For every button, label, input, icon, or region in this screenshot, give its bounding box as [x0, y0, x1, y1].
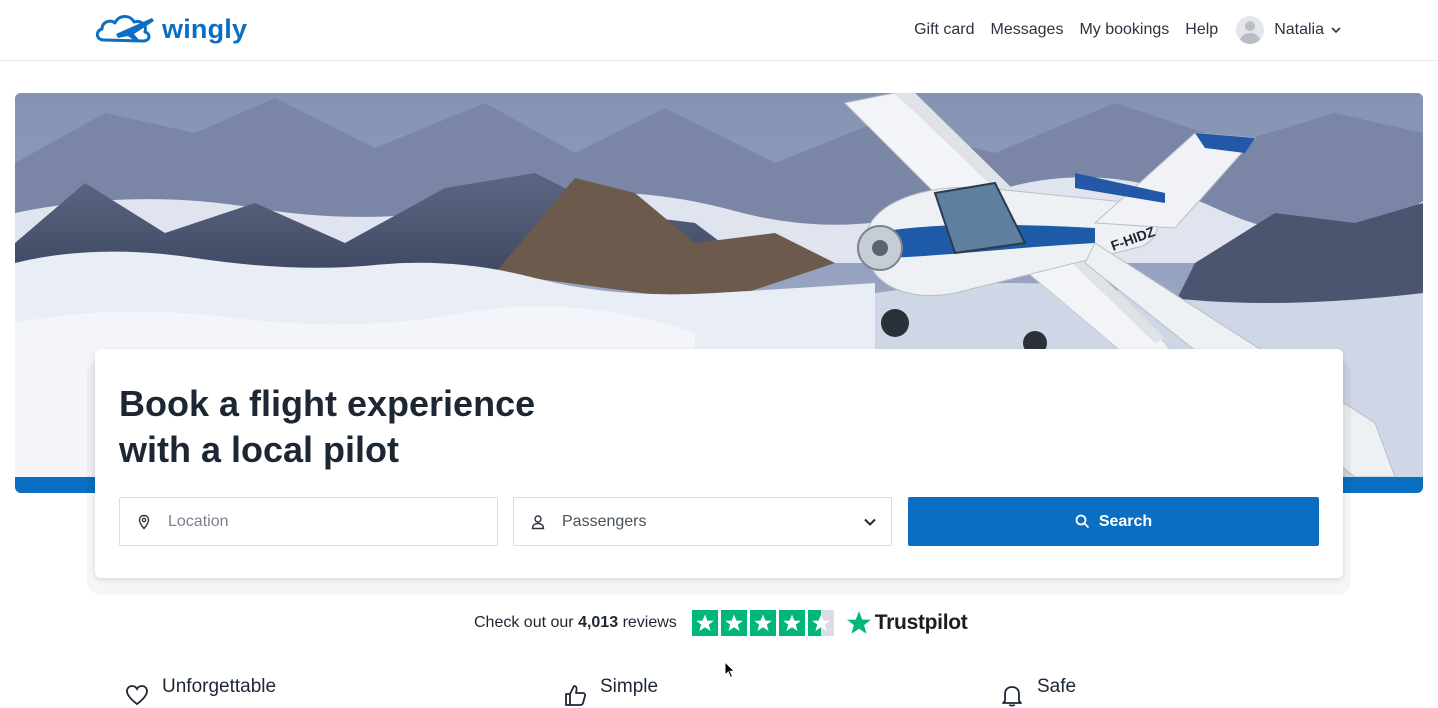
- feature-title: Unforgettable: [162, 676, 277, 697]
- passengers-label: Passengers: [562, 512, 647, 530]
- user-menu[interactable]: Natalia: [1236, 16, 1342, 44]
- location-placeholder: Location: [168, 512, 229, 530]
- nav-menu: Gift card Messages My bookings Help Nata…: [898, 0, 1342, 60]
- star-icon: [749, 610, 776, 636]
- feature-simple: Simple: [562, 676, 658, 708]
- nav-gift-card[interactable]: Gift card: [914, 21, 974, 39]
- star-icon: [691, 610, 718, 636]
- wingly-logo[interactable]: wingly: [94, 10, 247, 48]
- search-button[interactable]: Search: [908, 497, 1319, 546]
- location-input[interactable]: Location: [119, 497, 498, 546]
- mouse-cursor-icon: [724, 661, 736, 679]
- thumbs-up-icon: [565, 685, 587, 706]
- avatar: [1236, 16, 1265, 44]
- trustpilot-star-icon: [846, 611, 871, 634]
- title-line-2: with a local pilot: [119, 429, 400, 470]
- star-icon: [778, 610, 805, 636]
- bell-icon: [1002, 686, 1022, 707]
- heart-icon: [126, 685, 148, 706]
- reviews-text: Check out our 4,013 reviews: [474, 614, 677, 632]
- top-nav-bar: wingly Gift card Messages My bookings He…: [0, 0, 1438, 61]
- search-icon: [1075, 514, 1089, 529]
- chevron-down-icon: [1331, 27, 1341, 34]
- trustpilot-wordmark: Trustpilot: [874, 611, 968, 634]
- search-button-label: Search: [1098, 512, 1153, 530]
- half-star-icon: [807, 610, 834, 636]
- chevron-down-icon: [864, 518, 876, 526]
- person-icon: [531, 514, 545, 529]
- feature-safe: Safe: [999, 676, 1076, 708]
- reviews-count: 4,013: [578, 614, 619, 631]
- nav-messages[interactable]: Messages: [991, 21, 1064, 39]
- rating-stars: [691, 610, 834, 636]
- star-icon: [720, 610, 747, 636]
- brand-name: wingly: [162, 13, 248, 44]
- nav-my-bookings[interactable]: My bookings: [1079, 21, 1169, 39]
- reviews-suffix: reviews: [622, 614, 677, 631]
- title-line-1: Book a flight experience: [119, 383, 536, 424]
- page-title: Book a flight experience with a local pi…: [119, 381, 535, 473]
- nav-help[interactable]: Help: [1185, 21, 1218, 39]
- trustpilot-reviews[interactable]: Check out our 4,013 reviews Trustpilot: [474, 609, 968, 637]
- reviews-prefix: Check out our: [474, 614, 574, 631]
- trustpilot-logo: Trustpilot: [846, 610, 968, 636]
- search-card: Book a flight experience with a local pi…: [95, 349, 1343, 578]
- user-name: Natalia: [1274, 21, 1324, 38]
- feature-unforgettable: Unforgettable: [124, 676, 276, 708]
- cloud-plane-logo-icon: [95, 15, 154, 43]
- passengers-select[interactable]: Passengers: [513, 497, 892, 546]
- feature-title: Safe: [1037, 676, 1077, 697]
- location-pin-icon: [138, 514, 150, 530]
- feature-title: Simple: [600, 676, 659, 697]
